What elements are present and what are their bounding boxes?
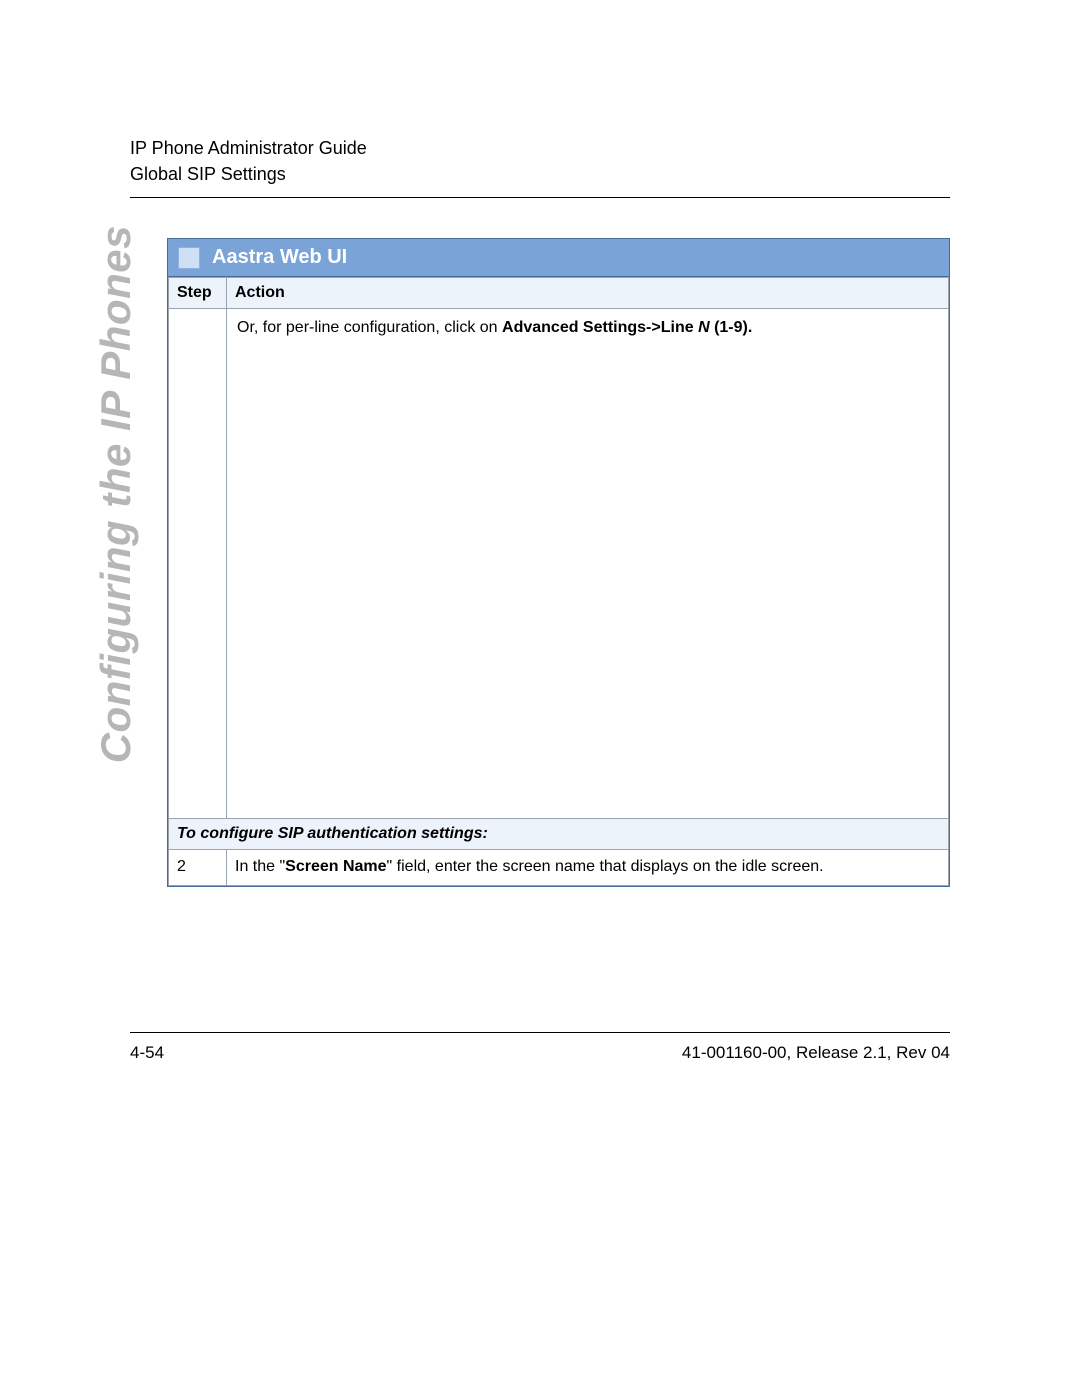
action-cell-2: In the "Screen Name" field, enter the sc… — [227, 850, 949, 885]
action-2-prefix: In the " — [235, 858, 285, 875]
section-heading-row: To configure SIP authentication settings… — [169, 819, 949, 850]
action-1-bold-2: (1-9). — [710, 319, 753, 336]
step-cell-2: 2 — [169, 850, 227, 885]
action-1-bold-italic: N — [698, 319, 710, 336]
table-row: Or, for per-line configuration, click on… — [169, 309, 949, 819]
panel-title-bar: Aastra Web UI — [168, 239, 949, 277]
header-line-1: IP Phone Administrator Guide — [130, 135, 950, 161]
action-1-bold-1: Advanced Settings->Line — [502, 319, 698, 336]
action-cell-1: Or, for per-line configuration, click on… — [227, 309, 949, 819]
action-2-bold: Screen Name — [285, 858, 386, 875]
section-heading-cell: To configure SIP authentication settings… — [169, 819, 949, 850]
panel-title-text: Aastra Web UI — [212, 246, 347, 269]
table-header-row: Step Action — [169, 278, 949, 309]
page-footer: 4-54 41-001160-00, Release 2.1, Rev 04 — [130, 1032, 950, 1063]
steps-table: Step Action Or, for per-line configurati… — [168, 277, 949, 885]
col-header-action: Action — [227, 278, 949, 309]
footer-doc-id: 41-001160-00, Release 2.1, Rev 04 — [682, 1043, 950, 1063]
panel-title-icon — [178, 247, 200, 269]
action-2-suffix: " field, enter the screen name that disp… — [387, 858, 824, 875]
chapter-side-label: Configuring the IP Phones — [92, 225, 140, 763]
footer-page-number: 4-54 — [130, 1043, 164, 1063]
action-1-prefix: Or, for per-line configuration, click on — [237, 319, 502, 336]
step-cell-empty — [169, 309, 227, 819]
header-line-2: Global SIP Settings — [130, 161, 950, 187]
col-header-step: Step — [169, 278, 227, 309]
aastra-web-ui-panel: Aastra Web UI Step Action Or, for per-li… — [167, 238, 950, 886]
page-header: IP Phone Administrator Guide Global SIP … — [130, 135, 950, 198]
table-row: 2 In the "Screen Name" field, enter the … — [169, 850, 949, 885]
